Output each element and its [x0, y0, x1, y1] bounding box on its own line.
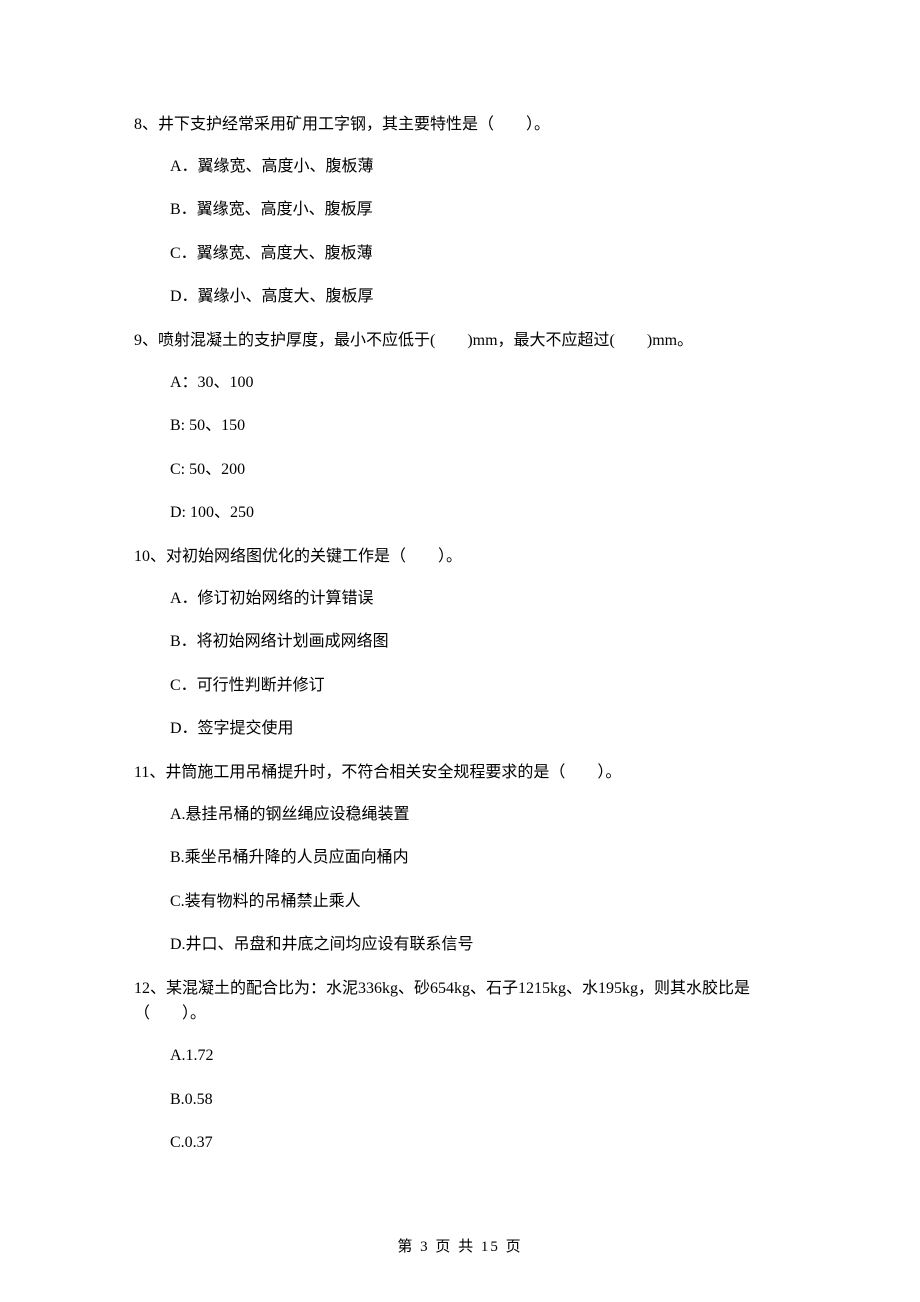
option-a: A.悬挂吊桶的钢丝绳应设稳绳装置	[170, 802, 786, 828]
question-stem: 10、对初始网络图优化的关键工作是（ ）。	[134, 544, 786, 570]
question-12: 12、某混凝土的配合比为：水泥336kg、砂654kg、石子1215kg、水19…	[134, 976, 786, 1156]
option-c: C．可行性判断并修订	[170, 673, 786, 699]
option-b: B．翼缘宽、高度小、腹板厚	[170, 197, 786, 223]
option-d: D．签字提交使用	[170, 716, 786, 742]
question-8: 8、井下支护经常采用矿用工字钢，其主要特性是（ ）。 A．翼缘宽、高度小、腹板薄…	[134, 112, 786, 310]
option-c: C: 50、200	[170, 457, 786, 483]
question-stem: 11、井筒施工用吊桶提升时，不符合相关安全规程要求的是（ ）。	[134, 760, 786, 786]
option-d: D: 100、250	[170, 500, 786, 526]
option-b: B．将初始网络计划画成网络图	[170, 629, 786, 655]
question-stem: 8、井下支护经常采用矿用工字钢，其主要特性是（ ）。	[134, 112, 786, 138]
options-group: A．翼缘宽、高度小、腹板薄 B．翼缘宽、高度小、腹板厚 C．翼缘宽、高度大、腹板…	[134, 154, 786, 310]
option-a: A．翼缘宽、高度小、腹板薄	[170, 154, 786, 180]
option-c: C．翼缘宽、高度大、腹板薄	[170, 241, 786, 267]
option-b: B.乘坐吊桶升降的人员应面向桶内	[170, 845, 786, 871]
option-d: D.井口、吊盘和井底之间均应设有联系信号	[170, 932, 786, 958]
option-a: A：30、100	[170, 370, 786, 396]
option-c: C.装有物料的吊桶禁止乘人	[170, 889, 786, 915]
question-10: 10、对初始网络图优化的关键工作是（ ）。 A．修订初始网络的计算错误 B．将初…	[134, 544, 786, 742]
option-b: B.0.58	[170, 1087, 786, 1113]
options-group: A．修订初始网络的计算错误 B．将初始网络计划画成网络图 C．可行性判断并修订 …	[134, 586, 786, 742]
option-d: D．翼缘小、高度大、腹板厚	[170, 284, 786, 310]
question-stem: 9、喷射混凝土的支护厚度，最小不应低于( )mm，最大不应超过( )mm。	[134, 328, 786, 354]
options-group: A.悬挂吊桶的钢丝绳应设稳绳装置 B.乘坐吊桶升降的人员应面向桶内 C.装有物料…	[134, 802, 786, 958]
question-11: 11、井筒施工用吊桶提升时，不符合相关安全规程要求的是（ ）。 A.悬挂吊桶的钢…	[134, 760, 786, 958]
page-footer: 第 3 页 共 15 页	[0, 1235, 920, 1256]
options-group: A.1.72 B.0.58 C.0.37	[134, 1043, 786, 1156]
question-9: 9、喷射混凝土的支护厚度，最小不应低于( )mm，最大不应超过( )mm。 A：…	[134, 328, 786, 526]
page-content: 8、井下支护经常采用矿用工字钢，其主要特性是（ ）。 A．翼缘宽、高度小、腹板薄…	[0, 0, 920, 1156]
question-stem: 12、某混凝土的配合比为：水泥336kg、砂654kg、石子1215kg、水19…	[134, 976, 786, 1027]
option-a: A．修订初始网络的计算错误	[170, 586, 786, 612]
option-a: A.1.72	[170, 1043, 786, 1069]
option-b: B: 50、150	[170, 413, 786, 439]
option-c: C.0.37	[170, 1130, 786, 1156]
options-group: A：30、100 B: 50、150 C: 50、200 D: 100、250	[134, 370, 786, 526]
